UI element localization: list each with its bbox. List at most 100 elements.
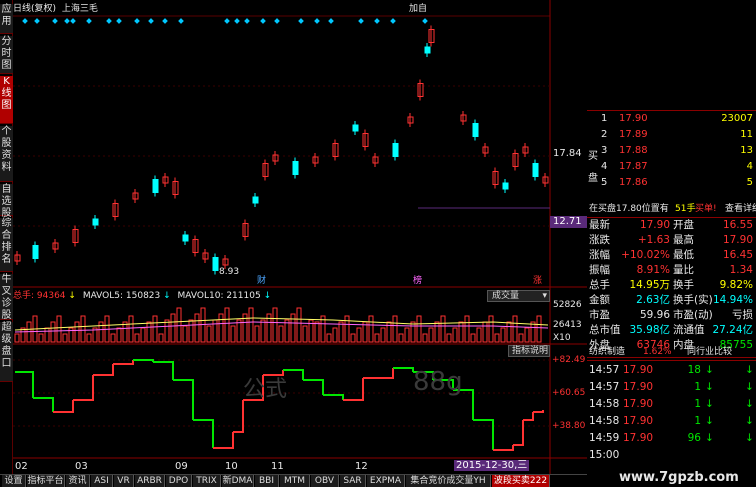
down-arrow-icon: ↓ — [745, 415, 754, 427]
quote-cell: 17.90 — [623, 364, 654, 376]
left-tab-bar: 应用分时图 K线图个股资料自选股 综合排名牛叉诊股 超级盘口 — [0, 0, 13, 474]
down-arrow-icon: ↓ — [163, 291, 171, 301]
add-favorite-button[interactable]: 加自 — [409, 4, 427, 15]
quote-cell: 查看详细 — [725, 204, 756, 214]
bottom-tab-5[interactable]: VR — [114, 475, 134, 487]
indicator-segment — [73, 375, 94, 401]
kline-chart-area[interactable]: 日线(复权) 上海三毛 加自 17.84 12.71 8.93 财 榜 涨 总手… — [13, 0, 587, 474]
quote-cell: 23007 — [721, 113, 753, 124]
left-tab-7[interactable]: 牛叉诊股 — [0, 274, 13, 321]
volume-bar — [314, 321, 320, 343]
bottom-tab-12[interactable]: OBV — [311, 475, 339, 487]
candle-body — [502, 182, 509, 190]
left-tab-6[interactable]: 综合排名 — [0, 218, 13, 272]
indicator-segment — [343, 378, 364, 401]
finance-marker[interactable]: 财 — [257, 276, 266, 287]
date-tick-12: 12 — [355, 461, 368, 472]
left-tab-2[interactable]: 分时图 — [0, 36, 13, 74]
bid-level-2[interactable]: 2 17.89 11 — [587, 129, 756, 140]
bottom-tab-2[interactable]: 指标平台 — [27, 475, 65, 487]
site-watermark: www.7gpzb.com — [619, 470, 739, 485]
volume-bar — [212, 319, 218, 343]
volume-bar — [260, 319, 266, 343]
indicator-tick-top: +82.49 — [552, 355, 586, 365]
volume-bar — [134, 333, 140, 343]
kline-chart-canvas[interactable] — [13, 0, 587, 474]
quote-cell: 1.62% — [643, 347, 672, 357]
indicator-help-tab[interactable]: 指标说明 — [508, 345, 550, 357]
mavol5-label: MAVOL5: 150823 — [82, 291, 161, 301]
candle-body — [32, 245, 39, 259]
quote-cell: 14:58 — [589, 415, 620, 427]
left-tab-5[interactable]: 自选股 — [0, 184, 13, 219]
bottom-tab-11[interactable]: MTM — [280, 475, 310, 487]
quote-cell: 18 — [687, 364, 701, 376]
bottom-tab-14[interactable]: EXPMA — [367, 475, 405, 487]
left-tab-3[interactable]: K线图 — [0, 76, 13, 124]
bottom-tab-8[interactable]: TRIX — [193, 475, 221, 487]
bid-level-4[interactable]: 4 17.87 4 — [587, 161, 756, 172]
quote-cell: 14:57 — [589, 364, 620, 376]
industry-row[interactable]: 纺织制造 1.62% 同行业比较 — [587, 347, 756, 358]
bid-level-5[interactable]: 5 17.86 5 — [587, 177, 756, 188]
volume-bar — [518, 333, 524, 343]
quote-cell: ↓ — [705, 415, 714, 427]
ranking-marker[interactable]: 榜 — [413, 276, 422, 287]
volume-bar — [440, 315, 446, 343]
date-tick-09: 09 — [175, 461, 188, 472]
quote-cell: 涨跌 — [589, 234, 610, 246]
quote-cell: 5 — [601, 177, 608, 188]
down-arrow-icon: ↓ — [745, 432, 754, 444]
quote-cell: 51手 — [675, 204, 696, 214]
bottom-tab-6[interactable]: ARBR — [135, 475, 165, 487]
indicator-segment — [533, 410, 544, 413]
quote-cell: 16.45 — [722, 249, 753, 261]
quote-cell: 最新 — [589, 219, 610, 231]
bottom-tab-13[interactable]: SAR — [340, 475, 366, 487]
volume-bar — [206, 325, 212, 343]
indicator-tab-bar: 设置 指标平台 资讯 ASI VR ARBR DPO TRIX 新DMA BBI MTM OBV SAR… — [0, 474, 587, 487]
bottom-tab-15[interactable]: 集合竞价成交量YH — [406, 475, 491, 487]
bottom-tab-7[interactable]: DPO — [166, 475, 192, 487]
volume-bar — [188, 319, 194, 343]
quote-cell: 在买盘17.80位置有 — [589, 204, 669, 214]
volume-bar — [170, 313, 176, 343]
indicator-segment — [323, 394, 344, 400]
quote-row: 金额 2.63亿 换手(实) 14.94% — [587, 295, 756, 306]
quote-row: 涨幅 +10.02% 最低 16.45 — [587, 250, 756, 261]
candle-body — [424, 46, 431, 54]
bottom-tab-16[interactable]: 波段买卖222 — [492, 475, 550, 487]
bottom-tab-4[interactable]: ASI — [91, 475, 113, 487]
bottom-tab-1[interactable]: 设置 — [2, 475, 26, 487]
quote-cell: 17.86 — [619, 177, 648, 188]
quote-cell: 4 — [746, 161, 753, 172]
bottom-tab-9[interactable]: 新DMA — [222, 475, 254, 487]
volume-bar — [500, 327, 506, 343]
indicator-segment — [133, 359, 154, 362]
left-tab-8[interactable]: 超级盘口 — [0, 322, 13, 382]
quote-row: 总市值 35.98亿 流通值 27.24亿 — [587, 325, 756, 336]
bottom-tab-3[interactable]: 资讯 — [66, 475, 90, 487]
bid-level-3[interactable]: 3 17.88 13 — [587, 145, 756, 156]
quote-cell: ↓ — [705, 381, 714, 393]
volume-tab-label: 成交量 — [492, 291, 520, 301]
volume-bar — [470, 333, 476, 343]
signal-marker — [116, 18, 122, 24]
quote-cell: ↓ — [705, 364, 714, 376]
volume-total: 总手: 94364 — [13, 291, 66, 301]
signal-marker — [374, 18, 380, 24]
left-tab-4[interactable]: 个股资料 — [0, 126, 13, 182]
bottom-tab-10[interactable]: BBI — [255, 475, 279, 487]
volume-indicator-tab[interactable]: 成交量 ▾ — [487, 290, 550, 302]
volume-bar — [434, 321, 440, 343]
large-order-notice[interactable]: 在买盘17.80位置有 51手买单! 查看详细 — [587, 204, 756, 215]
volume-bar — [380, 327, 386, 343]
down-arrow-icon: ↓ — [263, 291, 272, 301]
limit-up-marker[interactable]: 涨 — [533, 276, 542, 287]
bid-level-1[interactable]: 1 17.90 23007 — [587, 113, 756, 124]
left-tab-1[interactable]: 应用 — [0, 4, 13, 34]
volume-bar — [62, 333, 68, 343]
volume-bar — [44, 327, 50, 343]
quote-cell: 17.87 — [619, 161, 648, 172]
volume-bar — [74, 321, 80, 343]
